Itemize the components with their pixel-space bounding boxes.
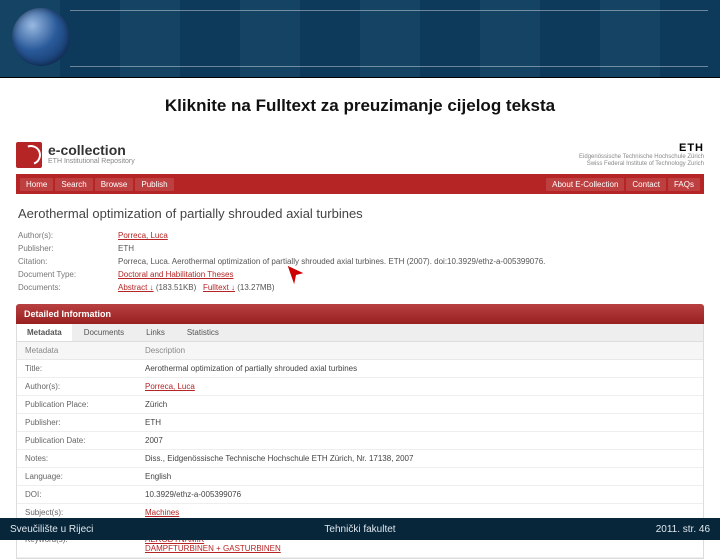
pointer-arrow-icon — [285, 264, 307, 291]
ec-logo-text: e-collection — [48, 142, 135, 158]
meta-table: Author(s):Porreca, Luca Publisher:ETH Ci… — [16, 229, 704, 294]
abstract-link[interactable]: Abstract ↓ — [118, 283, 154, 292]
d-date-l: Publication Date: — [17, 432, 137, 449]
tab-documents[interactable]: Documents — [74, 324, 134, 341]
d-doi-v: 10.3929/ethz-a-005399076 — [137, 486, 703, 503]
d-doi-l: DOI: — [17, 486, 137, 503]
nav-search[interactable]: Search — [55, 178, 92, 191]
detail-head: Metadata Description — [17, 342, 703, 360]
label-citation: Citation: — [18, 257, 118, 266]
d-subj-link1[interactable]: Machines — [145, 508, 179, 517]
tab-statistics[interactable]: Statistics — [177, 324, 229, 341]
d-publisher-l: Publisher: — [17, 414, 137, 431]
record-title: Aerothermal optimization of partially sh… — [18, 206, 702, 221]
d-kw-link2[interactable]: DAMPFTURBINEN + GASTURBINEN — [145, 544, 281, 553]
ec-logo[interactable]: e-collection ETH Institutional Repositor… — [16, 142, 135, 168]
head-metadata: Metadata — [17, 342, 137, 359]
eth-subtitle: Eidgenössische Technische Hochschule Zür… — [564, 154, 704, 168]
d-place-l: Publication Place: — [17, 396, 137, 413]
abstract-size: (183.51KB) — [156, 283, 196, 292]
label-publisher: Publisher: — [18, 244, 118, 253]
d-date-v: 2007 — [137, 432, 703, 449]
nav-browse[interactable]: Browse — [95, 178, 134, 191]
d-title-v: Aerothermal optimization of partially sh… — [137, 360, 703, 377]
tab-metadata[interactable]: Metadata — [17, 324, 72, 341]
d-publisher-v: ETH — [137, 414, 703, 431]
doctype-link[interactable]: Doctoral and Habilitation Theses — [118, 270, 233, 279]
value-citation: Porreca, Luca. Aerothermal optimization … — [118, 257, 702, 266]
label-documents: Documents: — [18, 283, 118, 292]
fulltext-size: (13.27MB) — [237, 283, 274, 292]
d-author-link[interactable]: Porreca, Luca — [145, 382, 195, 391]
footer-mid: Tehnički fakultet — [324, 524, 395, 535]
nav-about[interactable]: About E-Collection — [546, 178, 624, 191]
d-lang-l: Language: — [17, 468, 137, 485]
ec-logo-subtitle: ETH Institutional Repository — [48, 158, 135, 165]
d-notes-l: Notes: — [17, 450, 137, 467]
d-lang-v: English — [137, 468, 703, 485]
label-doctype: Document Type: — [18, 270, 118, 279]
detailed-info-bar: Detailed Information — [16, 304, 704, 324]
d-author-l: Author(s): — [17, 378, 137, 395]
globe-icon — [12, 8, 70, 66]
label-author: Author(s): — [18, 231, 118, 240]
footer: Sveučilište u Rijeci Tehnički fakultet 2… — [0, 518, 720, 540]
ecollection-screenshot: e-collection ETH Institutional Repositor… — [0, 142, 720, 559]
d-notes-v: Diss., Eidgenössische Technische Hochsch… — [137, 450, 703, 467]
slide-title: Kliknite na Fulltext za preuzimanje cije… — [0, 96, 720, 116]
nav-publish[interactable]: Publish — [135, 178, 173, 191]
banner-line — [70, 10, 708, 11]
tab-row: Metadata Documents Links Statistics — [16, 324, 704, 342]
tab-links[interactable]: Links — [136, 324, 175, 341]
ec-nav: Home Search Browse Publish About E-Colle… — [16, 174, 704, 194]
eth-mark: ETH — [564, 142, 704, 154]
d-place-v: Zürich — [137, 396, 703, 413]
top-banner — [0, 0, 720, 78]
fulltext-link[interactable]: Fulltext ↓ — [203, 283, 235, 292]
nav-home[interactable]: Home — [20, 178, 53, 191]
banner-line — [70, 66, 708, 67]
ec-header: e-collection ETH Institutional Repositor… — [16, 142, 704, 168]
author-link[interactable]: Porreca, Luca — [118, 231, 168, 240]
d-title-l: Title: — [17, 360, 137, 377]
eth-branding: ETH Eidgenössische Technische Hochschule… — [564, 142, 704, 168]
ec-logo-icon — [16, 142, 42, 168]
footer-left: Sveučilište u Rijeci — [10, 524, 93, 535]
head-description: Description — [137, 342, 703, 359]
footer-right: 2011. str. 46 — [656, 524, 710, 535]
nav-faqs[interactable]: FAQs — [668, 178, 700, 191]
nav-contact[interactable]: Contact — [626, 178, 666, 191]
value-publisher: ETH — [118, 244, 702, 253]
